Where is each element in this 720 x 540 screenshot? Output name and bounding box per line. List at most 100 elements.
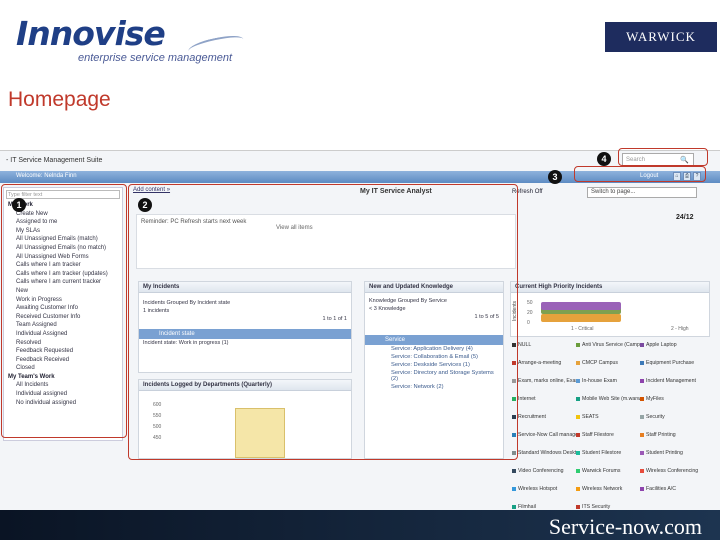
legend-entry[interactable]: Wireless Hotspot — [512, 485, 576, 494]
logo-title: Innovise — [16, 14, 166, 53]
priority-x-label: 1 - Critical — [571, 326, 594, 332]
annotation-number-2: 2 — [138, 198, 152, 212]
legend-swatch — [576, 432, 580, 437]
priority-axis-tick: 0 — [527, 320, 530, 326]
legend-swatch — [640, 468, 644, 473]
legend-label: Service-Now Call management — [518, 432, 576, 439]
legend-label: Wireless Hotspot — [518, 486, 558, 493]
priority-x-label: 2 - High — [671, 326, 689, 332]
legend-label: Equipment Purchase — [646, 360, 695, 367]
legend-entry[interactable]: Arrange-a-meeting — [512, 359, 576, 368]
legend-entry[interactable]: Staff Printing — [640, 431, 704, 440]
legend-entry[interactable]: Video Conferencing — [512, 467, 576, 476]
legend-label: Warwick Forums — [582, 468, 621, 475]
refresh-value: Off — [534, 189, 543, 195]
legend-entry[interactable]: MyFiles — [640, 395, 704, 404]
legend-entry[interactable]: Apple Laptop — [640, 341, 704, 350]
annotation-outline-4 — [618, 148, 708, 166]
legend-label: Video Conferencing — [518, 468, 564, 475]
legend-swatch — [640, 414, 644, 419]
legend-label: SEATS — [582, 414, 599, 421]
legend-label: Facilities A/C — [646, 486, 676, 493]
legend-swatch — [512, 504, 516, 509]
legend-label: Student Filestore — [582, 450, 622, 457]
legend-entry[interactable]: Student Printing — [640, 449, 704, 458]
legend-label: Recruitment — [518, 414, 546, 421]
footer-brand: Service-now.com — [548, 514, 702, 539]
slide: Innovise enterprise service management W… — [0, 0, 720, 540]
legend-label: Standard Windows Desktop — [518, 450, 576, 457]
date-text: 24/12 — [676, 214, 694, 221]
legend-swatch — [640, 432, 644, 437]
switch-page-select[interactable]: Switch to page... — [587, 187, 697, 198]
annotation-number-4: 4 — [597, 152, 611, 166]
legend-swatch — [640, 486, 644, 491]
legend-entry[interactable]: Staff Filestore — [576, 431, 640, 440]
legend-swatch — [640, 450, 644, 455]
annotation-number-3: 3 — [548, 170, 562, 184]
legend-label: Anti Virus Service (Campus-wide) — [582, 342, 640, 349]
legend-entry[interactable]: Mobile Web Site (m.warwick.ac.uk) — [576, 395, 640, 404]
footer-bar: Service-now.com — [0, 510, 720, 540]
legend-label: Wireless Conferencing — [646, 468, 699, 475]
logo-subtitle: enterprise service management — [78, 52, 233, 64]
legend-entry[interactable]: Security — [640, 413, 704, 422]
legend-swatch — [576, 468, 580, 473]
legend-label: CMCP Campus — [582, 360, 618, 367]
legend-entry[interactable]: Wireless Network — [576, 485, 640, 494]
annotation-outline-2 — [128, 184, 518, 460]
priority-bar-critical-top — [541, 302, 621, 310]
legend-label: Staff Printing — [646, 432, 676, 439]
legend-entry[interactable]: Exam, marks online, Exam Board Grids — [512, 377, 576, 386]
annotation-number-1: 1 — [12, 198, 26, 212]
legend-label: Security — [646, 414, 665, 421]
priority-chart-panel: Current High Priority Incidents Incident… — [510, 281, 710, 337]
welcome-text: Welcome: Nelnda Finn — [16, 173, 77, 179]
legend-swatch — [576, 360, 580, 365]
legend-entry[interactable]: Standard Windows Desktop — [512, 449, 576, 458]
legend-label: MyFiles — [646, 396, 664, 403]
legend-entry[interactable]: Service-Now Call management — [512, 431, 576, 440]
legend-entry[interactable]: In-house Exam — [576, 377, 640, 386]
page-heading: Homepage — [8, 88, 111, 111]
priority-legend: NULL Anti Virus Service (Campus-wide) Appl… — [512, 337, 707, 517]
legend-label: Arrange-a-meeting — [518, 360, 562, 367]
priority-chart-title: Current High Priority Incidents — [511, 282, 709, 293]
legend-swatch — [512, 468, 516, 473]
legend-entry[interactable]: Incident Management — [640, 377, 704, 386]
legend-entry[interactable]: Anti Virus Service (Campus-wide) — [576, 341, 640, 350]
legend-swatch — [576, 378, 580, 383]
legend-entry[interactable]: SEATS — [576, 413, 640, 422]
priority-axis-tick: 50 — [527, 300, 533, 306]
legend-entry[interactable]: Facilities A/C — [640, 485, 704, 494]
legend-swatch — [576, 414, 580, 419]
legend-swatch — [640, 360, 644, 365]
legend-label: In-house Exam — [582, 378, 617, 385]
innovise-logo: Innovise enterprise service management — [16, 14, 245, 64]
legend-swatch — [576, 450, 580, 455]
suite-title: - IT Service Management Suite — [6, 157, 103, 164]
legend-swatch — [640, 342, 644, 347]
legend-swatch — [576, 396, 580, 401]
legend-entry[interactable]: NULL — [512, 341, 576, 350]
legend-entry[interactable]: Internet — [512, 395, 576, 404]
legend-label: Staff Filestore — [582, 432, 614, 439]
legend-label: Internet — [518, 396, 536, 403]
legend-entry[interactable]: Student Filestore — [576, 449, 640, 458]
legend-label: Exam, marks online, Exam Board Grids — [518, 378, 576, 385]
legend-label: Student Printing — [646, 450, 683, 457]
legend-swatch — [640, 396, 644, 401]
legend-swatch — [576, 486, 580, 491]
legend-entry[interactable]: CMCP Campus — [576, 359, 640, 368]
legend-entry[interactable]: Recruitment — [512, 413, 576, 422]
legend-entry[interactable]: Equipment Purchase — [640, 359, 704, 368]
legend-label: Wireless Network — [582, 486, 623, 493]
annotation-outline-1 — [1, 184, 127, 438]
warwick-logo: WARWICK — [605, 22, 717, 52]
legend-swatch — [640, 378, 644, 383]
legend-entry[interactable]: Warwick Forums — [576, 467, 640, 476]
legend-swatch — [576, 504, 580, 509]
legend-label: Mobile Web Site (m.warwick.ac.uk) — [582, 396, 640, 403]
legend-label: Incident Management — [646, 378, 696, 385]
legend-entry[interactable]: Wireless Conferencing — [640, 467, 704, 476]
